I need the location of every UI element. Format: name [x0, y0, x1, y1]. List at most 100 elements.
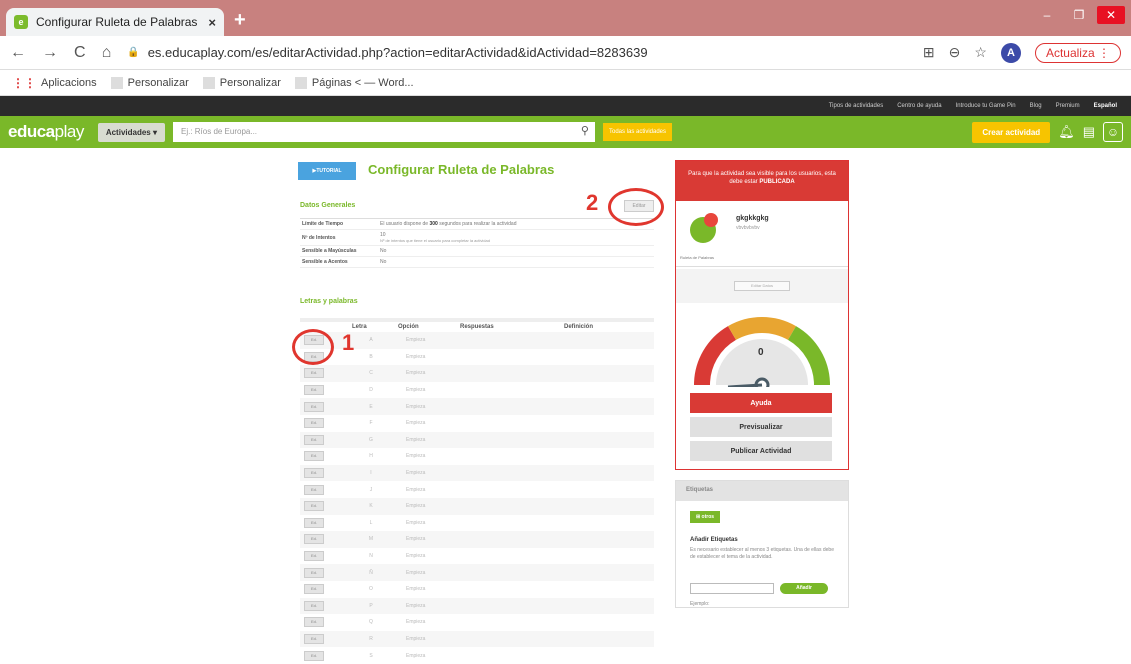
table-row: Ed. O Empieza [300, 581, 654, 598]
educaplay-logo[interactable]: educaplay [8, 122, 84, 142]
edit-row-button[interactable]: Ed. [304, 501, 324, 512]
topnav-link[interactable]: Centro de ayuda [897, 103, 941, 109]
add-tags-heading: Añadir Etiquetas [690, 537, 738, 543]
tag-input[interactable] [690, 583, 774, 594]
table-row: Ed. R Empieza [300, 630, 654, 648]
tags-description: Es necesario establecer al menos 3 etiqu… [690, 547, 834, 560]
edit-row-button[interactable]: Ed. [304, 633, 324, 644]
letter-cell: N [369, 553, 373, 560]
browser-tab[interactable]: e Configurar Ruleta de Palabras - E × [6, 8, 224, 36]
lock-icon: 🔒 [127, 47, 140, 58]
messages-icon[interactable]: ▤ [1083, 124, 1095, 140]
search-input[interactable]: Ej.: Ríos de Europa... ⚲ [172, 122, 595, 142]
topnav-link[interactable]: Introduce tu Game Pin [956, 103, 1016, 109]
forward-icon[interactable]: → [42, 44, 58, 62]
edit-row-button[interactable]: Ed. [304, 517, 324, 528]
edit-row-button[interactable]: Ed. [304, 434, 324, 445]
search-icon[interactable]: ⚲ [581, 124, 589, 137]
all-activities-button[interactable]: Todas las actividades [602, 123, 673, 141]
bookmark-item[interactable]: Personalizar [202, 76, 281, 89]
activities-dropdown[interactable]: Actividades ▾ [97, 122, 165, 142]
table-row: Ed. J Empieza [300, 481, 654, 498]
topnav-link[interactable]: Blog [1030, 103, 1042, 109]
bookmark-star-icon[interactable]: ☆ [974, 44, 987, 61]
add-tag-button[interactable]: Añadir [780, 583, 828, 594]
edit-data-button[interactable]: Editar Datos [734, 281, 790, 291]
edit-row-button[interactable]: Ed. [304, 551, 324, 562]
edit-row-button[interactable]: Ed. [304, 468, 324, 479]
publish-panel: Para que la actividad sea visible para l… [675, 160, 849, 470]
update-button[interactable]: Actualiza ⋮ [1034, 42, 1121, 63]
bookmark-label: Personalizar [219, 76, 281, 89]
edit-row-button[interactable]: Ed. [304, 534, 324, 545]
bookmark-item[interactable]: Personalizar [110, 76, 189, 89]
page-icon [294, 76, 307, 89]
edit-row-button[interactable]: Ed. [304, 418, 324, 429]
publish-button[interactable]: Publicar Actividad [690, 441, 832, 461]
letter-cell: G [369, 436, 373, 443]
new-tab-icon[interactable]: + [234, 9, 246, 32]
close-window-icon[interactable]: ✕ [1097, 6, 1125, 24]
edit-row-button[interactable]: Ed. [304, 451, 324, 462]
option-cell: Empieza [406, 619, 426, 626]
option-cell: Empieza [406, 486, 426, 493]
zoom-icon[interactable]: ⊖ [949, 44, 961, 61]
home-icon[interactable]: ⌂ [102, 44, 112, 62]
page-title: Configurar Ruleta de Palabras [368, 162, 555, 177]
tab-title: Configurar Ruleta de Palabras - E [36, 15, 201, 29]
translate-icon[interactable]: ⊞ [923, 44, 935, 61]
user-icon[interactable]: ☺ [1103, 122, 1123, 142]
reload-icon[interactable]: C [74, 44, 86, 62]
tutorial-button[interactable]: ▶ TUTORIAL [298, 162, 356, 180]
edit-row-button[interactable]: Ed. [304, 567, 324, 578]
edit-row-button[interactable]: Ed. [304, 484, 324, 495]
activities-label: Actividades [105, 127, 151, 137]
option-cell: Empieza [406, 370, 426, 377]
row-value: No [380, 259, 387, 265]
topnav-link[interactable]: Tipos de actividades [829, 103, 883, 109]
table-row: Ed. D Empieza [300, 382, 654, 399]
help-button[interactable]: Ayuda [690, 393, 832, 413]
back-icon[interactable]: ← [10, 44, 26, 62]
edit-row-button[interactable]: Ed. [304, 617, 324, 628]
bookmark-apps[interactable]: ⋮⋮ Aplicacions [12, 76, 97, 90]
table-row: Límite de Tiempo El usuario dispone de 3… [300, 219, 654, 230]
tutorial-label: TUTORIAL [316, 168, 342, 174]
activity-name: gkgkkgkg [736, 215, 769, 222]
edit-row-button[interactable]: Ed. [304, 385, 324, 396]
edit-row-button[interactable]: Ed. [304, 584, 324, 595]
tab-close-icon[interactable]: × [208, 15, 216, 30]
bookmark-item[interactable]: Páginas < — Word... [294, 76, 414, 89]
words-rows: Ed. A Empieza Ed. B Empieza Ed. C Empieza Ed. D Emp… [300, 332, 654, 664]
row-key: Sensible a Mayúsculas [302, 248, 357, 254]
letter-cell: D [369, 387, 373, 394]
browser-tab-bar: e Configurar Ruleta de Palabras - E × + … [0, 0, 1131, 36]
topnav-link[interactable]: Premium [1056, 103, 1080, 109]
preview-button[interactable]: Previsualizar [690, 417, 832, 437]
page-icon [202, 76, 215, 89]
row-key: Nº de Intentos [302, 234, 336, 241]
edit-row-button[interactable]: Ed. [304, 650, 324, 661]
letter-cell: H [369, 453, 373, 460]
table-row: Nº de Intentos 10 Nº de intentos que tien… [300, 230, 654, 246]
maximize-icon[interactable]: ❐ [1065, 6, 1093, 24]
edit-row-button[interactable]: Ed. [304, 600, 324, 611]
edit-row-button[interactable]: Ed. [304, 401, 324, 412]
option-cell: Empieza [406, 337, 426, 344]
url-field[interactable]: 🔒 es.educaplay.com/es/editarActividad.ph… [127, 45, 907, 60]
other-tag-button[interactable]: ⊞ otros [690, 511, 720, 523]
letter-cell: Q [369, 619, 373, 626]
create-activity-button[interactable]: Crear actividad [972, 121, 1051, 143]
profile-avatar[interactable]: A [1000, 42, 1021, 63]
value-text: El usuario dispone de [380, 221, 430, 227]
language-selector[interactable]: Español [1094, 103, 1117, 109]
other-tag-label: otros [701, 514, 715, 520]
edit-row-button[interactable]: Ed. [304, 368, 324, 379]
table-row: Ed. K Empieza [300, 497, 654, 515]
minimize-icon[interactable]: – [1033, 6, 1061, 24]
table-row: Ed. C Empieza [300, 365, 654, 382]
option-cell: Empieza [406, 519, 426, 526]
bell-icon[interactable]: 🔔︎ [1058, 124, 1075, 140]
bookmarks-bar: ⋮⋮ Aplicacions Personalizar Personalizar … [0, 70, 1131, 96]
table-row: Ed. G Empieza [300, 431, 654, 449]
